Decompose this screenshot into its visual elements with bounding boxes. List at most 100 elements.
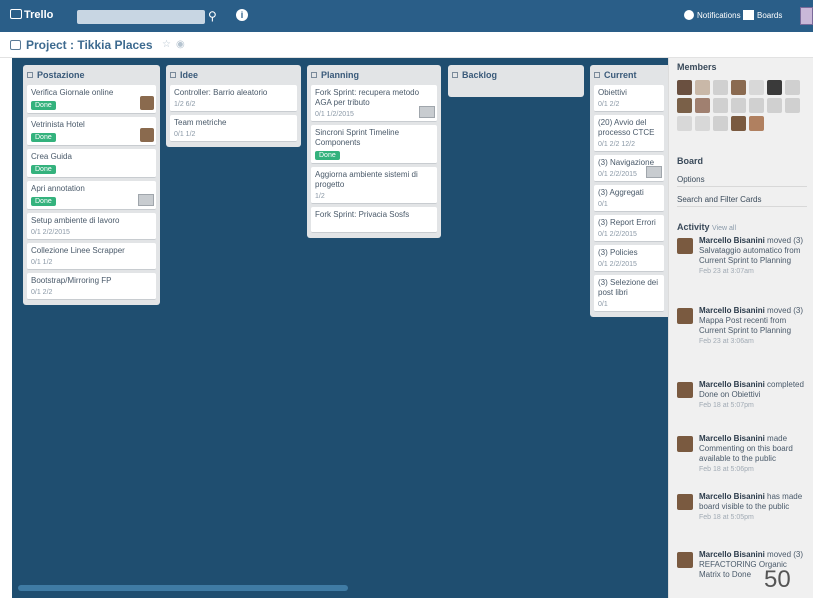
member-avatar[interactable] xyxy=(785,98,800,113)
card-badges: 0/1 xyxy=(598,201,608,208)
card[interactable]: (3) Selezione dei post libri 0/1 xyxy=(594,275,664,312)
activity-user[interactable]: Marcello Bisanini xyxy=(699,492,765,501)
list-menu-icon[interactable] xyxy=(594,72,600,78)
card-member-avatar[interactable] xyxy=(140,96,154,110)
card-attachment-thumbnail[interactable] xyxy=(138,194,154,206)
activity-user[interactable]: Marcello Bisanini xyxy=(699,550,765,559)
boards-label: Boards xyxy=(757,11,783,20)
user-avatar[interactable] xyxy=(800,7,813,25)
activity-text: Marcello Bisanini moved (3) Salvataggio … xyxy=(699,236,807,277)
card[interactable]: Team metriche 0/1 1/2 xyxy=(170,115,297,142)
activity-avatar[interactable] xyxy=(677,552,693,568)
search-icon[interactable]: ⚲ xyxy=(208,9,222,23)
member-avatar[interactable] xyxy=(677,98,692,113)
activity-avatar[interactable] xyxy=(677,436,693,452)
card-title: Vetrinista Hotel xyxy=(31,120,85,129)
card[interactable]: Obiettivi 0/1 2/2 xyxy=(594,85,664,112)
member-avatar[interactable] xyxy=(713,80,728,95)
activity-title-text: Activity xyxy=(677,222,710,232)
watch-icon[interactable]: ◉ xyxy=(176,39,185,50)
card[interactable]: Crea Guida Done xyxy=(27,149,156,178)
boards-button[interactable]: Boards xyxy=(743,10,782,20)
member-avatar[interactable] xyxy=(767,98,782,113)
member-avatar[interactable] xyxy=(731,98,746,113)
member-avatar[interactable] xyxy=(731,116,746,131)
card-badges: 1/2 xyxy=(315,193,325,200)
member-avatar[interactable] xyxy=(695,98,710,113)
card[interactable]: Bootstrap/Mirroring FP 0/1 2/2 xyxy=(27,273,156,300)
member-avatar[interactable] xyxy=(677,80,692,95)
card-badges: 0/1 1/2/2015 xyxy=(315,111,354,118)
card[interactable]: Setup ambiente di lavoro 0/1 2/2/2015 xyxy=(27,213,156,240)
activity-avatar[interactable] xyxy=(677,382,693,398)
search-filter-link[interactable]: Search and Filter Cards xyxy=(677,195,807,207)
card[interactable]: (20) Avvio del processo CTCE 0/1 2/2 12/2 xyxy=(594,115,664,152)
search-input[interactable] xyxy=(77,10,205,24)
activity-text: Marcello Bisanini moved (3) REFACTORING … xyxy=(699,550,807,581)
member-avatar[interactable] xyxy=(695,80,710,95)
card-badges: 0/1 xyxy=(598,301,608,308)
activity-time: Feb 23 at 3:06am xyxy=(699,338,754,345)
member-avatar[interactable] xyxy=(749,116,764,131)
logo-icon xyxy=(10,9,22,19)
list-menu-icon[interactable] xyxy=(170,72,176,78)
activity-user[interactable]: Marcello Bisanini xyxy=(699,306,765,315)
list-header[interactable]: Postazione xyxy=(27,68,156,82)
star-icon[interactable]: ☆ xyxy=(162,39,171,50)
activity-view-all-link[interactable]: View all xyxy=(712,225,736,232)
activity-avatar[interactable] xyxy=(677,494,693,510)
trello-logo[interactable]: Trello xyxy=(10,9,53,21)
list-header[interactable]: Idee xyxy=(170,68,297,82)
card-member-avatar[interactable] xyxy=(140,128,154,142)
card[interactable]: Controller: Barrio aleatorio 1/2 6/2 xyxy=(170,85,297,112)
card[interactable]: Collezione Linee Scrapper 0/1 1/2 xyxy=(27,243,156,270)
card-badges: 0/1 2/2 12/2 xyxy=(598,141,635,148)
card-badges: 0/1 2/2/2015 xyxy=(598,231,637,238)
activity-avatar[interactable] xyxy=(677,238,693,254)
member-avatar[interactable] xyxy=(749,98,764,113)
member-avatar[interactable] xyxy=(749,80,764,95)
card[interactable]: Sincroni Sprint Timeline Components Done xyxy=(311,125,437,164)
card[interactable]: Aggiorna ambiente sistemi di progetto 1/2 xyxy=(311,167,437,204)
card-title: Obiettivi xyxy=(598,88,627,97)
card[interactable]: (3) Policies 0/1 2/2/2015 xyxy=(594,245,664,272)
notifications-icon xyxy=(684,10,694,20)
card-label: Done xyxy=(31,197,56,206)
list-header[interactable]: Planning xyxy=(311,68,437,82)
list-menu-icon[interactable] xyxy=(452,72,458,78)
notifications-button[interactable]: Notifications xyxy=(684,10,741,20)
member-avatar[interactable] xyxy=(785,80,800,95)
horizontal-scrollbar[interactable] xyxy=(18,585,348,591)
card[interactable]: (3) Navigazione 0/1 2/2/2015 xyxy=(594,155,664,182)
list-2: Planning Fork Sprint: recupera metodo AGA… xyxy=(307,65,441,238)
card-badges: 0/1 1/2 xyxy=(174,131,196,138)
member-avatar[interactable] xyxy=(677,116,692,131)
member-avatar[interactable] xyxy=(731,80,746,95)
list-header[interactable]: Backlog xyxy=(452,68,580,82)
activity-user[interactable]: Marcello Bisanini xyxy=(699,236,765,245)
card-title: Fork Sprint: recupera metodo AGA per tri… xyxy=(315,88,420,107)
card[interactable]: Vetrinista Hotel Done xyxy=(27,117,156,146)
activity-user[interactable]: Marcello Bisanini xyxy=(699,434,765,443)
card[interactable]: (3) Aggregati 0/1 xyxy=(594,185,664,212)
list-header[interactable]: Current Sprint xyxy=(594,68,664,94)
list-menu-icon[interactable] xyxy=(311,72,317,78)
member-avatar[interactable] xyxy=(767,80,782,95)
member-avatar[interactable] xyxy=(713,116,728,131)
card-title: (3) Selezione dei post libri xyxy=(598,278,659,297)
card-attachment-thumbnail[interactable] xyxy=(419,106,435,118)
activity-user[interactable]: Marcello Bisanini xyxy=(699,380,765,389)
info-icon[interactable]: i xyxy=(236,9,248,21)
options-link[interactable]: Options xyxy=(677,175,807,187)
card-attachment-thumbnail[interactable] xyxy=(646,166,662,178)
activity-avatar[interactable] xyxy=(677,308,693,324)
member-avatar[interactable] xyxy=(695,116,710,131)
card[interactable]: Verifica Giornale online Done xyxy=(27,85,156,114)
card[interactable]: (3) Report Errori 0/1 2/2/2015 xyxy=(594,215,664,242)
card[interactable]: Fork Sprint: recupera metodo AGA per tri… xyxy=(311,85,437,122)
card[interactable]: Fork Sprint: Privacia Sosfs xyxy=(311,207,437,233)
card[interactable]: Apri annotation Done xyxy=(27,181,156,210)
list-menu-icon[interactable] xyxy=(27,72,33,78)
board-title[interactable]: Project : Tikkia Places xyxy=(26,38,153,52)
member-avatar[interactable] xyxy=(713,98,728,113)
